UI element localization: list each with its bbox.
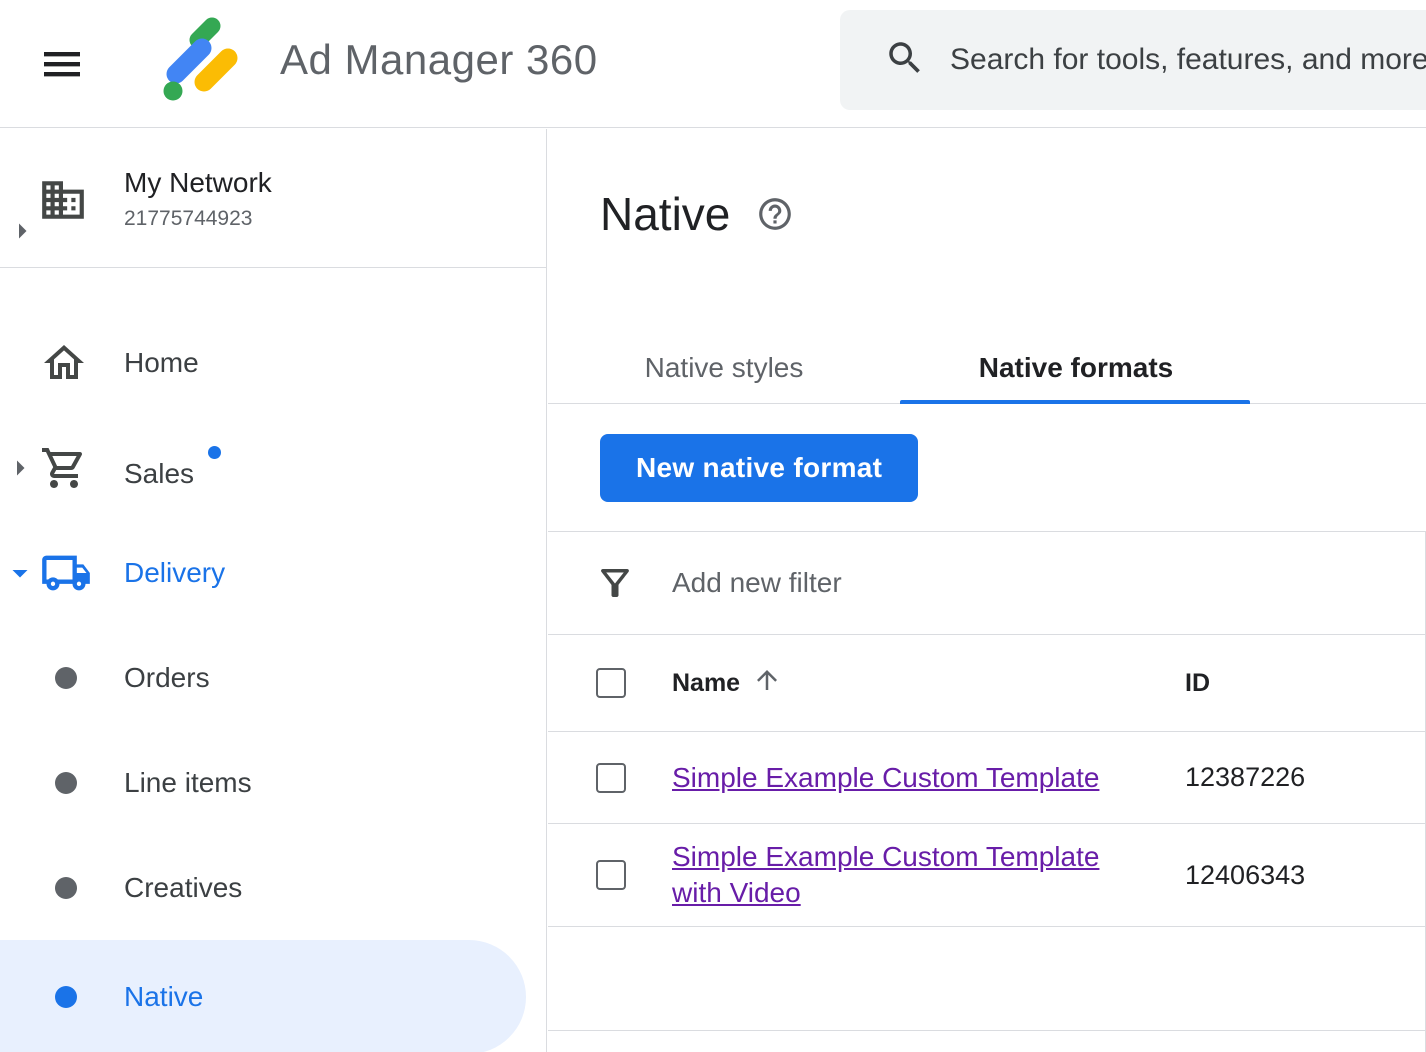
add-filter-label: Add new filter — [672, 567, 842, 599]
tab-native-styles[interactable]: Native styles — [548, 332, 900, 403]
table-row: Simple Example Custom Template with Vide… — [548, 823, 1426, 926]
row-checkbox[interactable] — [596, 860, 626, 890]
row-checkbox[interactable] — [596, 763, 626, 793]
row-id: 12406343 — [1185, 860, 1305, 891]
page-title: Native — [600, 187, 730, 241]
ad-manager-logo — [148, 12, 244, 113]
hamburger-menu-button[interactable] — [38, 40, 86, 91]
truck-icon — [40, 547, 92, 599]
sidebar-item-line-items[interactable]: Line items — [0, 730, 546, 835]
native-format-link[interactable]: Simple Example Custom Template — [672, 762, 1099, 793]
help-button[interactable] — [756, 195, 794, 233]
search-box[interactable] — [840, 10, 1426, 110]
cart-icon — [40, 444, 88, 492]
home-icon — [40, 339, 88, 387]
hamburger-icon — [38, 76, 86, 91]
sidebar-item-native[interactable]: Native — [0, 940, 546, 1052]
search-input[interactable] — [950, 30, 1426, 90]
table-row: Simple Example Custom Template 12387226 — [548, 731, 1426, 823]
row-id: 12387226 — [1185, 762, 1305, 793]
bullet-icon — [55, 986, 77, 1008]
sidebar-item-label: Home — [124, 347, 199, 379]
tab-label: Native styles — [645, 352, 804, 384]
bullet-icon — [55, 667, 77, 689]
new-native-format-button[interactable]: New native format — [600, 434, 918, 502]
sidebar-item-delivery[interactable]: Delivery — [0, 520, 546, 625]
help-icon — [756, 221, 794, 236]
sidebar-item-label: Line items — [124, 767, 252, 799]
sidebar-item-creatives[interactable]: Creatives — [0, 835, 546, 940]
sidebar-item-label: Orders — [124, 662, 210, 694]
native-format-link[interactable]: Simple Example Custom Template with Vide… — [672, 841, 1099, 908]
table-empty-row — [548, 926, 1426, 1031]
sidebar-item-label: Creatives — [124, 872, 242, 904]
sidebar-item-label: Native — [124, 981, 203, 1013]
sidebar-item-home[interactable]: Home — [0, 310, 546, 415]
tabs: Native styles Native formats — [548, 332, 1426, 404]
network-selector[interactable]: My Network 21775744923 — [0, 129, 546, 268]
main-content: Native Native styles Native formats New … — [548, 129, 1426, 1052]
app-title: Ad Manager 360 — [280, 36, 598, 84]
sidebar-item-label: Delivery — [124, 557, 225, 589]
sidebar: My Network 21775744923 Home Sales — [0, 129, 547, 1052]
network-id: 21775744923 — [124, 207, 272, 231]
bullet-icon — [55, 877, 77, 899]
native-formats-table: Name ID Simple Example Custom Template 1… — [548, 634, 1426, 1031]
network-name: My Network — [124, 167, 272, 199]
tab-label: Native formats — [979, 352, 1174, 384]
tab-native-formats[interactable]: Native formats — [900, 332, 1252, 403]
sort-ascending-icon — [752, 665, 782, 702]
active-item-highlight — [0, 940, 526, 1052]
search-icon — [884, 37, 926, 84]
chevron-right-icon — [2, 450, 38, 486]
sidebar-item-sales[interactable]: Sales — [0, 415, 546, 520]
sidebar-item-label: Sales — [124, 446, 221, 490]
table-header-row: Name ID — [548, 634, 1426, 731]
filter-bar[interactable]: Add new filter — [548, 531, 1426, 634]
sidebar-item-orders[interactable]: Orders — [0, 625, 546, 730]
topbar: Ad Manager 360 — [0, 0, 1426, 128]
bullet-icon — [55, 772, 77, 794]
page-header: Native — [600, 187, 794, 241]
sidebar-nav-list: Home Sales Delivery Orders — [0, 268, 546, 1052]
filter-icon — [594, 562, 636, 604]
column-header-name[interactable]: Name — [672, 665, 1154, 702]
column-header-id[interactable]: ID — [1185, 669, 1210, 698]
chevron-right-icon — [4, 213, 40, 254]
select-all-checkbox[interactable] — [596, 668, 626, 698]
chevron-down-icon — [2, 555, 38, 591]
notification-dot — [208, 446, 221, 459]
building-icon — [38, 175, 88, 230]
active-tab-indicator — [900, 400, 1250, 404]
